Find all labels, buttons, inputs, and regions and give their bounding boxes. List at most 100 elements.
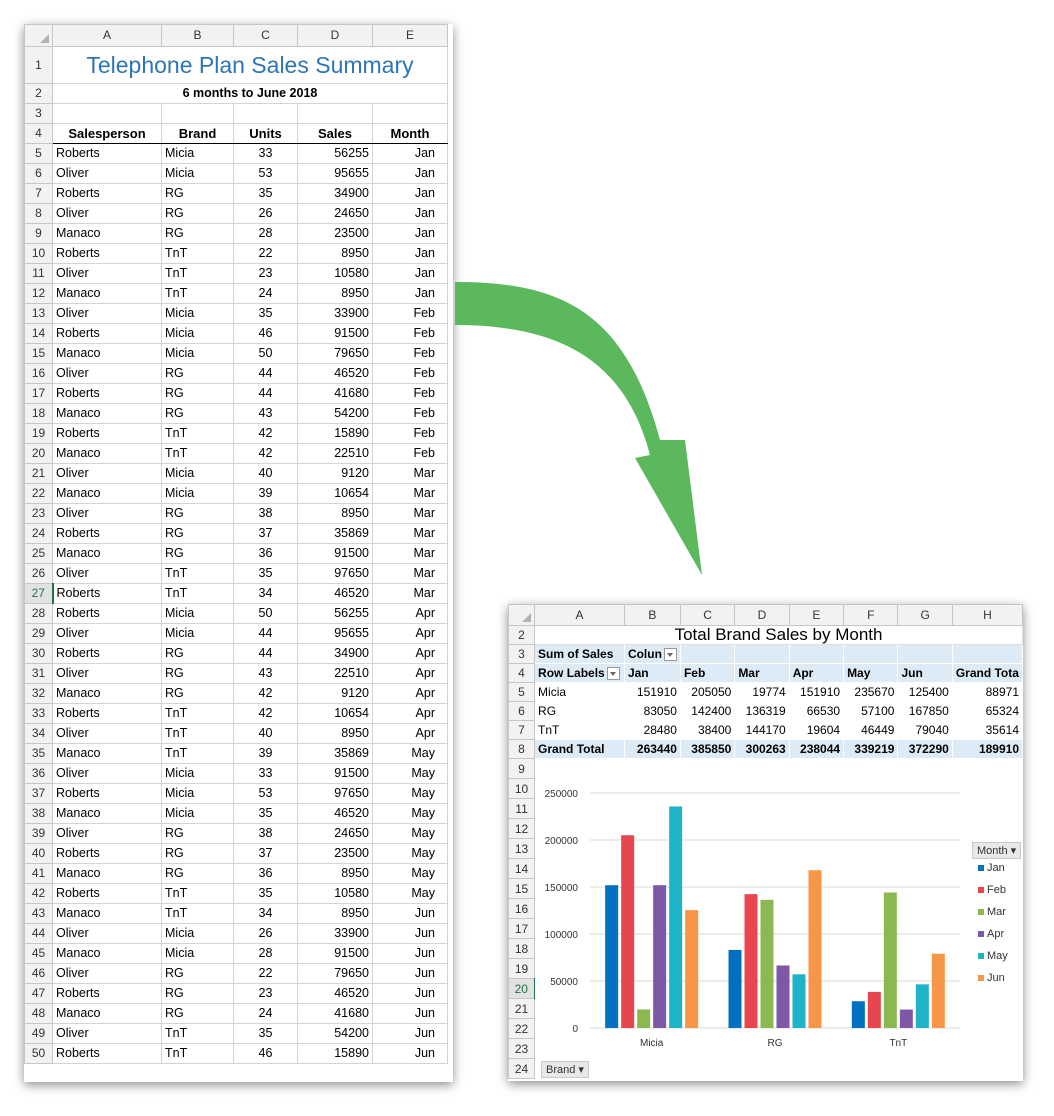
- data-cell[interactable]: Apr: [372, 643, 448, 664]
- grand-total-cell[interactable]: 372290: [897, 739, 953, 759]
- row-header[interactable]: 6: [508, 701, 536, 721]
- data-cell[interactable]: 33: [233, 763, 298, 784]
- row-header[interactable]: 11: [508, 798, 536, 819]
- data-cell[interactable]: Micia: [161, 483, 234, 504]
- data-cell[interactable]: 46: [233, 1043, 298, 1064]
- data-cell[interactable]: May: [372, 783, 448, 804]
- data-cell[interactable]: Oliver: [52, 823, 162, 844]
- row-header[interactable]: 19: [508, 958, 536, 979]
- data-cell[interactable]: Mar: [372, 543, 448, 564]
- data-cell[interactable]: Manaco: [52, 903, 162, 924]
- data-cell[interactable]: TnT: [161, 1023, 234, 1044]
- pivot-cell[interactable]: 28480: [623, 720, 681, 740]
- data-cell[interactable]: 10654: [297, 703, 373, 724]
- data-cell[interactable]: Roberts: [52, 843, 162, 864]
- data-cell[interactable]: 79650: [297, 343, 373, 364]
- data-cell[interactable]: Apr: [372, 723, 448, 744]
- data-cell[interactable]: 46520: [297, 803, 373, 824]
- data-cell[interactable]: Micia: [161, 783, 234, 804]
- data-cell[interactable]: 8950: [297, 723, 373, 744]
- data-cell[interactable]: 34900: [297, 643, 373, 664]
- data-cell[interactable]: 22: [233, 243, 298, 264]
- pivot-row-total[interactable]: 88971: [951, 682, 1023, 702]
- data-cell[interactable]: 8950: [297, 283, 373, 304]
- data-cell[interactable]: Feb: [372, 423, 448, 444]
- data-cell[interactable]: Oliver: [52, 263, 162, 284]
- cell[interactable]: [297, 103, 373, 124]
- pivot-cell[interactable]: 19774: [734, 682, 790, 702]
- cell[interactable]: [534, 758, 625, 779]
- data-cell[interactable]: TnT: [161, 283, 234, 304]
- select-all-corner[interactable]: [24, 24, 53, 47]
- column-header-b[interactable]: B: [623, 604, 681, 626]
- select-all-corner[interactable]: [508, 604, 536, 626]
- data-cell[interactable]: 53: [233, 783, 298, 804]
- data-cell[interactable]: Apr: [372, 703, 448, 724]
- row-header[interactable]: 16: [24, 363, 53, 384]
- data-cell[interactable]: Jan: [372, 163, 448, 184]
- data-cell[interactable]: Jun: [372, 943, 448, 964]
- grand-total-cell[interactable]: 300263: [734, 739, 790, 759]
- data-cell[interactable]: TnT: [161, 583, 234, 604]
- row-header[interactable]: 2: [508, 625, 536, 645]
- data-cell[interactable]: 56255: [297, 603, 373, 624]
- column-labels-button[interactable]: Colun: [623, 644, 681, 664]
- row-header[interactable]: 32: [24, 683, 53, 704]
- row-header[interactable]: 14: [508, 858, 536, 879]
- row-header[interactable]: 5: [508, 682, 536, 702]
- cell[interactable]: [843, 644, 899, 664]
- data-cell[interactable]: RG: [161, 1003, 234, 1024]
- column-header-e[interactable]: E: [372, 24, 448, 47]
- data-cell[interactable]: 39: [233, 483, 298, 504]
- data-cell[interactable]: 35: [233, 883, 298, 904]
- data-cell[interactable]: 22510: [297, 663, 373, 684]
- pivot-chart[interactable]: 0 50000 100000 150000 200000 250000 Micia RG TnT…: [535, 783, 1023, 1081]
- data-cell[interactable]: 91500: [297, 943, 373, 964]
- data-cell[interactable]: 42: [233, 683, 298, 704]
- data-cell[interactable]: Roberts: [52, 423, 162, 444]
- row-header[interactable]: 21: [24, 463, 53, 484]
- data-cell[interactable]: 23500: [297, 223, 373, 244]
- data-cell[interactable]: 23: [233, 263, 298, 284]
- row-header[interactable]: 40: [24, 843, 53, 864]
- data-cell[interactable]: RG: [161, 863, 234, 884]
- data-cell[interactable]: RG: [161, 983, 234, 1004]
- row-header[interactable]: 39: [24, 823, 53, 844]
- data-cell[interactable]: Manaco: [52, 803, 162, 824]
- pivot-cell[interactable]: 151910: [623, 682, 681, 702]
- data-cell[interactable]: 91500: [297, 323, 373, 344]
- data-cell[interactable]: Jun: [372, 1003, 448, 1024]
- data-cell[interactable]: Roberts: [52, 603, 162, 624]
- header-cell[interactable]: Units: [233, 123, 298, 144]
- data-cell[interactable]: TnT: [161, 443, 234, 464]
- data-cell[interactable]: Micia: [161, 343, 234, 364]
- row-header[interactable]: 9: [508, 758, 536, 779]
- data-cell[interactable]: 33: [233, 143, 298, 164]
- data-cell[interactable]: 42: [233, 703, 298, 724]
- row-header[interactable]: 48: [24, 1003, 53, 1024]
- data-cell[interactable]: 42: [233, 443, 298, 464]
- grand-total-cell[interactable]: 263440: [623, 739, 681, 759]
- row-header[interactable]: 6: [24, 163, 53, 184]
- row-header[interactable]: 41: [24, 863, 53, 884]
- data-cell[interactable]: Roberts: [52, 703, 162, 724]
- data-cell[interactable]: 35: [233, 183, 298, 204]
- data-cell[interactable]: 79650: [297, 963, 373, 984]
- header-cell[interactable]: Sales: [297, 123, 373, 144]
- row-header[interactable]: 43: [24, 903, 53, 924]
- data-cell[interactable]: Jan: [372, 223, 448, 244]
- data-cell[interactable]: Manaco: [52, 483, 162, 504]
- row-header[interactable]: 19: [24, 423, 53, 444]
- data-cell[interactable]: Jan: [372, 143, 448, 164]
- pivot-cell[interactable]: 38400: [679, 720, 736, 740]
- row-header[interactable]: 20: [508, 978, 536, 999]
- data-cell[interactable]: May: [372, 763, 448, 784]
- data-cell[interactable]: 35: [233, 563, 298, 584]
- data-cell[interactable]: 9120: [297, 683, 373, 704]
- row-header[interactable]: 28: [24, 603, 53, 624]
- grand-total-cell[interactable]: 238044: [788, 739, 845, 759]
- data-cell[interactable]: 9120: [297, 463, 373, 484]
- row-header[interactable]: 11: [24, 263, 53, 284]
- row-header[interactable]: 42: [24, 883, 53, 904]
- sum-of-sales-label[interactable]: Sum of Sales: [534, 644, 625, 664]
